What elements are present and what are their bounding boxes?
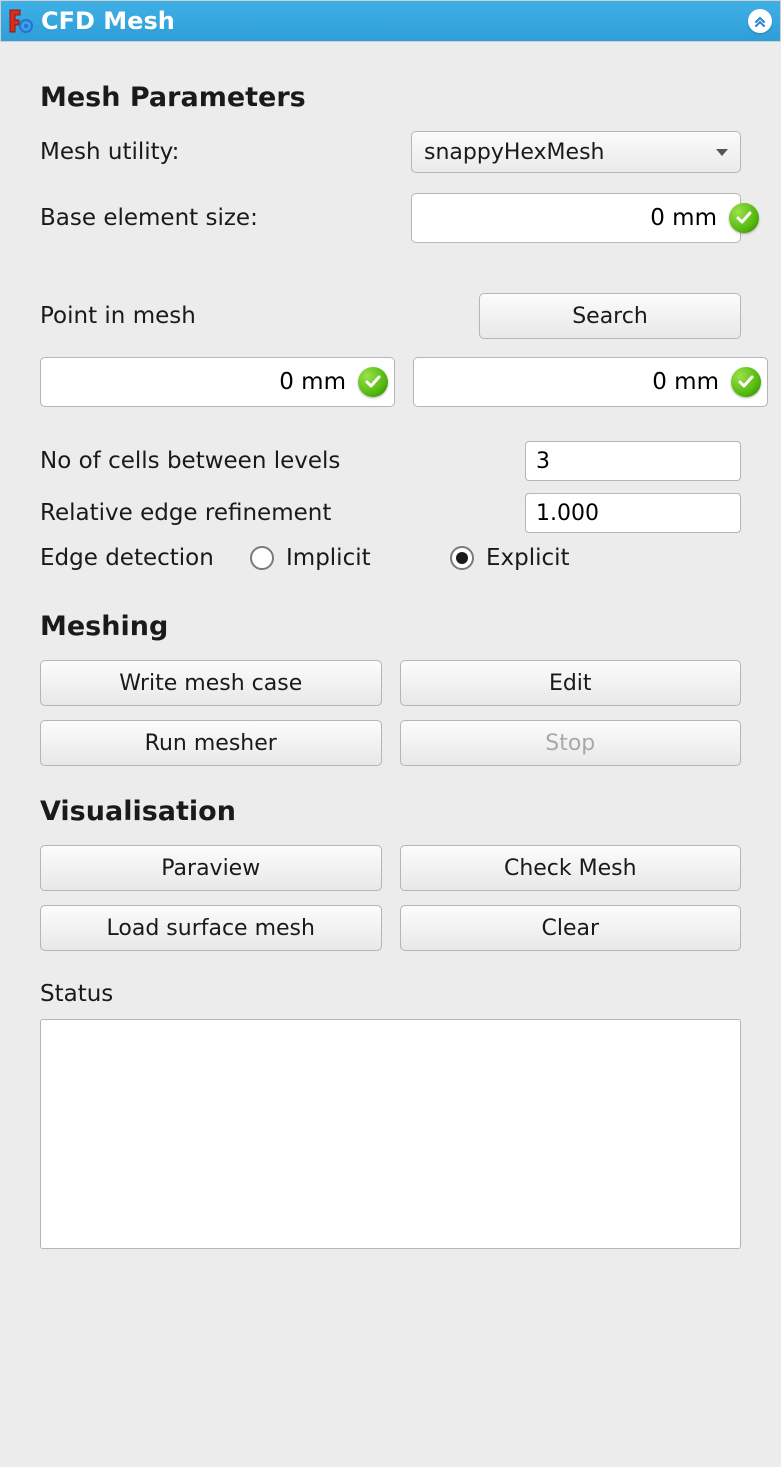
base-element-size-label: Base element size: bbox=[40, 205, 258, 231]
freecad-icon bbox=[7, 7, 35, 35]
mesh-utility-label: Mesh utility: bbox=[40, 139, 179, 165]
check-mesh-button[interactable]: Check Mesh bbox=[400, 845, 742, 891]
edge-implicit-radio[interactable] bbox=[250, 546, 274, 570]
titlebar-title: CFD Mesh bbox=[41, 7, 175, 35]
cells-between-spin[interactable] bbox=[525, 441, 741, 481]
point-x-field[interactable] bbox=[40, 357, 395, 407]
chevron-down-icon bbox=[716, 149, 728, 156]
stop-button: Stop bbox=[400, 720, 742, 766]
rel-edge-ref-input[interactable] bbox=[526, 494, 741, 532]
base-element-size-field[interactable] bbox=[411, 193, 741, 243]
search-button[interactable]: Search bbox=[479, 293, 741, 339]
edge-implicit-label: Implicit bbox=[286, 545, 371, 571]
panel-content: Mesh Parameters Mesh utility: snappyHexM… bbox=[0, 42, 781, 1275]
run-mesher-button[interactable]: Run mesher bbox=[40, 720, 382, 766]
valid-check-icon bbox=[729, 203, 759, 233]
write-mesh-case-button[interactable]: Write mesh case bbox=[40, 660, 382, 706]
base-element-size-input[interactable] bbox=[422, 204, 721, 232]
mesh-utility-value: snappyHexMesh bbox=[424, 140, 604, 165]
point-y-field[interactable] bbox=[413, 357, 768, 407]
section-meshing: Meshing bbox=[40, 611, 741, 642]
edge-detection-label: Edge detection bbox=[40, 545, 250, 571]
valid-check-icon bbox=[731, 367, 761, 397]
edge-explicit-radio[interactable] bbox=[450, 546, 474, 570]
status-label: Status bbox=[40, 981, 741, 1007]
point-y-input[interactable] bbox=[424, 368, 723, 396]
valid-check-icon bbox=[358, 367, 388, 397]
clear-button[interactable]: Clear bbox=[400, 905, 742, 951]
section-visualisation: Visualisation bbox=[40, 796, 741, 827]
edit-button[interactable]: Edit bbox=[400, 660, 742, 706]
cells-between-label: No of cells between levels bbox=[40, 448, 340, 474]
point-in-mesh-label: Point in mesh bbox=[40, 303, 196, 329]
collapse-panel-button[interactable] bbox=[748, 9, 772, 33]
rel-edge-ref-spin[interactable] bbox=[525, 493, 741, 533]
edge-explicit-label: Explicit bbox=[486, 545, 570, 571]
paraview-button[interactable]: Paraview bbox=[40, 845, 382, 891]
section-mesh-parameters: Mesh Parameters bbox=[40, 82, 741, 113]
cells-between-input[interactable] bbox=[526, 442, 741, 480]
mesh-utility-combo[interactable]: snappyHexMesh bbox=[411, 131, 741, 173]
status-textarea[interactable] bbox=[40, 1019, 741, 1249]
point-x-input[interactable] bbox=[51, 368, 350, 396]
rel-edge-ref-label: Relative edge refinement bbox=[40, 500, 331, 526]
load-surface-mesh-button[interactable]: Load surface mesh bbox=[40, 905, 382, 951]
titlebar: CFD Mesh bbox=[0, 0, 781, 42]
